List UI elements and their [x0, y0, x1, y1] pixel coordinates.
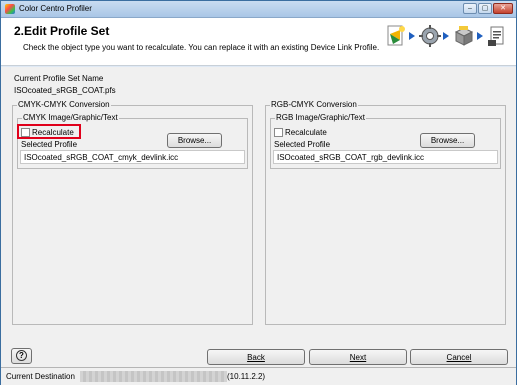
profile-set-label: Current Profile Set Name — [14, 74, 104, 83]
help-button[interactable]: ? — [11, 348, 32, 364]
cmyk-selected-profile-label: Selected Profile — [21, 140, 78, 149]
cmyk-object-group: CMYK Image/Graphic/Text Recalculate Brow… — [17, 113, 248, 169]
profile-wizard-icon — [387, 25, 405, 46]
rgb-browse-button[interactable]: Browse... — [420, 133, 475, 148]
next-button[interactable]: Next — [309, 349, 407, 365]
destination-redacted — [80, 371, 227, 382]
step-description: Check the object type you want to recalc… — [23, 43, 380, 52]
cmyk-selected-profile-field[interactable]: ISOcoated_sRGB_COAT_cmyk_devlink.icc — [20, 150, 245, 164]
help-icon: ? — [16, 350, 27, 361]
rgb-selected-profile-label: Selected Profile — [274, 140, 331, 149]
step-header: 2.Edit Profile Set Check the object type… — [1, 18, 516, 66]
rgb-recalculate-checkbox[interactable] — [274, 128, 283, 137]
cmyk-browse-button[interactable]: Browse... — [167, 133, 222, 148]
recalculate-highlight — [17, 124, 81, 139]
step-title: 2.Edit Profile Set — [14, 24, 110, 38]
box-icon — [454, 26, 474, 46]
step-arrow — [477, 32, 483, 40]
step-arrow — [409, 32, 415, 40]
close-button[interactable]: ✕ — [493, 3, 513, 14]
back-button[interactable]: Back — [207, 349, 305, 365]
window-title: Color Centro Profiler — [19, 4, 92, 13]
document-icon — [488, 26, 504, 46]
minimize-button[interactable]: – — [463, 3, 477, 14]
main-content: Current Profile Set Name ISOcoated_sRGB_… — [1, 67, 516, 367]
gear-icon — [419, 25, 441, 47]
current-destination-label: Current Destination — [6, 372, 75, 381]
destination-address: (10.11.2.2) — [227, 372, 266, 381]
cmyk-object-legend: CMYK Image/Graphic/Text — [22, 113, 119, 122]
cmyk-group-legend: CMYK-CMYK Conversion — [17, 100, 111, 109]
step-arrow — [443, 32, 449, 40]
title-bar: Color Centro Profiler – ▢ ✕ — [1, 1, 516, 18]
cancel-button[interactable]: Cancel — [410, 349, 508, 365]
rgb-conversion-group: RGB-CMYK Conversion RGB Image/Graphic/Te… — [265, 100, 506, 325]
rgb-selected-profile-field[interactable]: ISOcoated_sRGB_COAT_rgb_devlink.icc — [273, 150, 498, 164]
cmyk-conversion-group: CMYK-CMYK Conversion CMYK Image/Graphic/… — [12, 100, 253, 325]
cancel-label: Cancel — [446, 353, 472, 362]
rgb-object-group: RGB Image/Graphic/Text Recalculate Brows… — [270, 113, 501, 169]
rgb-object-legend: RGB Image/Graphic/Text — [275, 113, 366, 122]
rgb-recalculate-label[interactable]: Recalculate — [285, 128, 327, 137]
rgb-group-legend: RGB-CMYK Conversion — [270, 100, 358, 109]
profile-set-name: ISOcoated_sRGB_COAT.pfs — [14, 86, 116, 95]
app-icon — [5, 4, 15, 14]
maximize-button[interactable]: ▢ — [478, 3, 492, 14]
next-label: Next — [349, 353, 367, 362]
app-window: Color Centro Profiler – ▢ ✕ 2.Edit Profi… — [0, 0, 517, 385]
step-progress — [385, 22, 505, 52]
back-label: Back — [247, 353, 265, 362]
status-bar: Current Destination (10.11.2.2) — [1, 367, 516, 385]
